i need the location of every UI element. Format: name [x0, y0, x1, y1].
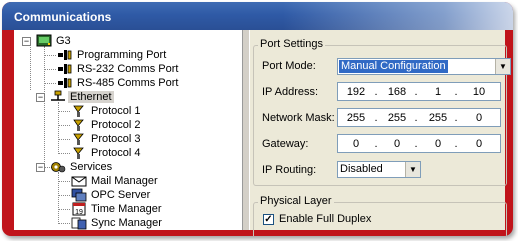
ip-address-octet-4[interactable]: 10	[465, 86, 493, 98]
collapse-ethernet-toggle[interactable]: −	[36, 93, 45, 102]
mail-icon	[71, 174, 87, 188]
ip-address-octet-1[interactable]: 192	[342, 86, 370, 98]
ip-separator: .	[374, 138, 378, 150]
ip-address-label: IP Address:	[262, 86, 319, 98]
tree-item-g3[interactable]: G3	[54, 34, 73, 48]
port-mode-label: Port Mode:	[262, 60, 316, 72]
network-mask-octet-2[interactable]: 255	[383, 112, 411, 124]
network-mask-field[interactable]: 255 . 255 . 255 . 0	[337, 108, 501, 127]
network-mask-octet-4[interactable]: 0	[465, 112, 493, 124]
network-mask-label: Network Mask:	[262, 112, 335, 124]
tree-line	[44, 46, 45, 168]
protocol-icon	[71, 146, 87, 160]
device-icon	[36, 34, 52, 48]
tree-line	[58, 172, 59, 224]
protocol-icon	[71, 104, 87, 118]
ip-separator: .	[374, 112, 378, 124]
tree-line	[30, 41, 31, 90]
ip-separator: .	[454, 138, 458, 150]
tree-line	[58, 102, 59, 154]
ip-address-octet-2[interactable]: 168	[383, 86, 411, 98]
title-bar: Communications	[2, 2, 513, 30]
tree-item-protocol-1[interactable]: Protocol 1	[89, 104, 143, 118]
tree-line	[58, 153, 70, 154]
gateway-field[interactable]: 0 . 0 . 0 . 0	[337, 134, 501, 153]
tree-item-opc-server[interactable]: OPC Server	[89, 188, 152, 202]
tree-item-protocol-4[interactable]: Protocol 4	[89, 146, 143, 160]
port-mode-select[interactable]: Manual Configuration ▼	[337, 58, 511, 75]
ip-routing-value: Disabled	[340, 163, 383, 175]
protocol-icon	[71, 132, 87, 146]
gateway-octet-4[interactable]: 0	[465, 138, 493, 150]
tree-item-sync-manager[interactable]: Sync Manager	[89, 216, 164, 230]
tree-line	[58, 195, 70, 196]
tree-item-protocol-3[interactable]: Protocol 3	[89, 132, 143, 146]
port-icon	[57, 76, 73, 90]
port-icon	[57, 48, 73, 62]
tree-item-ethernet[interactable]: Ethernet	[68, 90, 114, 104]
gateway-octet-1[interactable]: 0	[342, 138, 370, 150]
protocol-icon	[71, 118, 87, 132]
tree-line	[44, 55, 56, 56]
port-mode-value: Manual Configuration	[339, 60, 448, 73]
ip-routing-label: IP Routing:	[262, 164, 317, 176]
collapse-services-toggle[interactable]: −	[36, 163, 45, 172]
ip-address-octet-3[interactable]: 1	[424, 86, 452, 98]
network-mask-octet-3[interactable]: 255	[424, 112, 452, 124]
ip-separator: .	[454, 86, 458, 98]
gateway-octet-2[interactable]: 0	[383, 138, 411, 150]
tree-item-protocol-2[interactable]: Protocol 2	[89, 118, 143, 132]
ethernet-icon	[50, 90, 66, 104]
settings-panel: Port Settings Port Mode: Manual Configur…	[243, 30, 511, 236]
tree-item-rs232-port[interactable]: RS-232 Comms Port	[75, 62, 180, 76]
ip-separator: .	[414, 86, 418, 98]
svg-text:19: 19	[75, 209, 83, 216]
tree-item-time-manager[interactable]: Time Manager	[89, 202, 164, 216]
tree-line	[58, 139, 70, 140]
ip-separator: .	[454, 112, 458, 124]
tree-line	[58, 111, 70, 112]
tree-line	[44, 69, 56, 70]
title-bar-gradient	[283, 2, 513, 30]
time-icon: 19	[71, 202, 87, 216]
gateway-label: Gateway:	[262, 138, 309, 150]
sync-icon	[71, 216, 87, 230]
collapse-g3-toggle[interactable]: −	[22, 37, 31, 46]
comms-tree-panel: − G3 Programming Port RS-232 Comms Port …	[14, 30, 243, 230]
tree-line	[58, 181, 70, 182]
ip-address-field[interactable]: 192 . 168 . 1 . 10	[337, 82, 501, 101]
window-frame: Communications − G3 Programming Port RS-…	[2, 2, 513, 236]
tree-item-mail-manager[interactable]: Mail Manager	[89, 174, 160, 188]
gateway-octet-3[interactable]: 0	[424, 138, 452, 150]
dropdown-arrow-icon[interactable]: ▼	[405, 162, 420, 177]
ip-routing-select[interactable]: Disabled ▼	[337, 161, 421, 178]
ip-separator: .	[414, 112, 418, 124]
ip-separator: .	[374, 86, 378, 98]
ip-separator: .	[414, 138, 418, 150]
dropdown-arrow-icon[interactable]: ▼	[495, 59, 510, 74]
full-duplex-label[interactable]: Enable Full Duplex	[279, 213, 371, 225]
services-icon	[50, 160, 66, 174]
network-mask-octet-1[interactable]: 255	[342, 112, 370, 124]
tree-line	[58, 209, 70, 210]
tree-line	[58, 125, 70, 126]
opc-icon	[71, 188, 87, 202]
port-settings-title: Port Settings	[258, 38, 325, 50]
window-title: Communications	[14, 10, 112, 24]
tree-item-rs485-port[interactable]: RS-485 Comms Port	[75, 76, 180, 90]
tree-item-services[interactable]: Services	[68, 160, 114, 174]
full-duplex-checkbox[interactable]: ✓	[263, 214, 274, 225]
tree-line	[58, 223, 70, 224]
tree-line	[44, 83, 56, 84]
client-area: − G3 Programming Port RS-232 Comms Port …	[14, 30, 511, 236]
physical-layer-title: Physical Layer	[258, 195, 334, 207]
port-icon	[57, 62, 73, 76]
panel-splitter[interactable]	[243, 30, 250, 230]
tree-item-programming-port[interactable]: Programming Port	[75, 48, 168, 62]
